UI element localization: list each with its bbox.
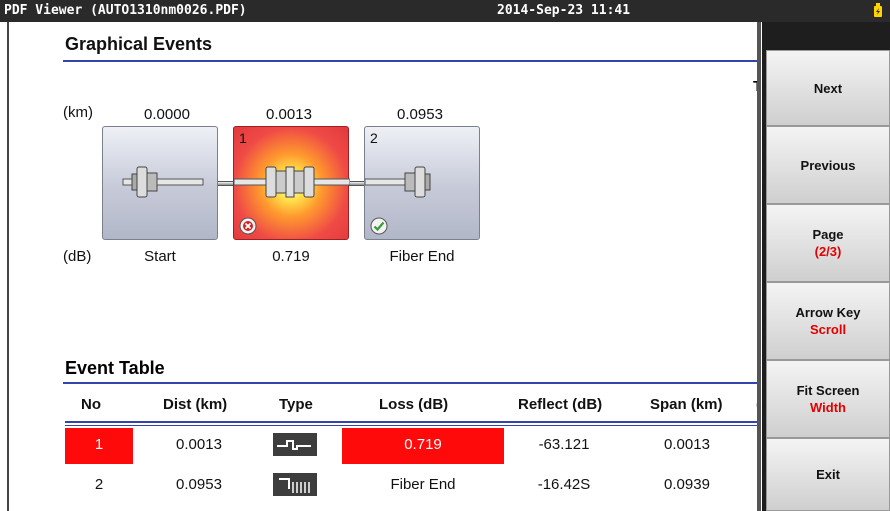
connector-icon [122, 166, 204, 198]
event-box-1[interactable]: 1 [233, 126, 350, 240]
col-header-span: Span (km) [650, 396, 723, 413]
cell-no: 1 [94, 436, 104, 453]
title-bar: PDF Viewer (AUTO1310nm0026.PDF) 2014-Sep… [0, 0, 890, 22]
fit-screen-label: Fit Screen [796, 383, 860, 398]
battery-charging-icon [874, 3, 882, 17]
col-header-reflect: Reflect (dB) [518, 396, 603, 413]
cell-no: 2 [94, 476, 104, 493]
event-box-2[interactable]: 2 [364, 126, 480, 240]
event-distance-1: 0.0013 [266, 106, 312, 123]
cell-dist: 0.0013 [176, 436, 222, 453]
splice-event-icon [273, 433, 317, 456]
cell-reflect: -63.121 [538, 436, 590, 453]
section-title-graphical-events: Graphical Events [65, 34, 213, 54]
datetime-display: 2014-Sep-23 11:41 [497, 3, 631, 18]
arrow-key-mode: Scroll [809, 322, 847, 337]
previous-button-label: Previous [800, 157, 856, 173]
pdf-viewport[interactable]: Graphical Events T (km) (dB) 0.0000 0.00… [7, 22, 761, 511]
event-label-start: Start [144, 248, 176, 265]
fit-screen-mode: Width [810, 400, 846, 415]
col-header-no: No [81, 396, 101, 413]
section-divider [63, 60, 761, 62]
window-title: PDF Viewer (AUTO1310nm0026.PDF) [4, 3, 247, 18]
next-button-label: Next [813, 80, 843, 96]
table-header-rule [65, 421, 761, 423]
pass-icon [370, 217, 388, 235]
km-unit-label: (km) [63, 104, 93, 121]
fit-screen-button[interactable]: Fit Screen Width [766, 360, 890, 438]
cell-reflect: -16.42S [537, 476, 591, 493]
col-header-type: Type [279, 396, 313, 413]
viewport-edge [757, 22, 761, 511]
softkey-sidebar: Next Previous Page (2/3) Arrow Key Scrol… [762, 22, 890, 511]
table-header-rule-thin [65, 425, 761, 426]
cell-loss: 0.719 [404, 436, 442, 453]
fail-icon [239, 217, 257, 235]
page-button-label: Page [812, 227, 844, 242]
page-button[interactable]: Page (2/3) [766, 204, 890, 282]
arrow-key-button[interactable]: Arrow Key Scroll [766, 282, 890, 360]
col-header-dist: Dist (km) [163, 396, 228, 413]
db-unit-label: (dB) [63, 248, 92, 265]
exit-button[interactable]: Exit [766, 438, 890, 511]
event-label-1: 0.719 [272, 248, 310, 265]
col-header-loss: Loss (dB) [379, 396, 449, 413]
event-label-2: Fiber End [389, 248, 455, 265]
cell-span: 0.0013 [664, 436, 710, 453]
event-box-start[interactable] [102, 126, 218, 240]
cell-dist: 0.0953 [176, 476, 222, 493]
cell-loss: Fiber End [390, 476, 456, 493]
event-distance-start: 0.0000 [144, 106, 190, 123]
section-title-event-table: Event Table [65, 358, 165, 378]
exit-button-label: Exit [816, 467, 840, 482]
page-indicator: (2/3) [814, 244, 842, 259]
next-button[interactable]: Next [766, 50, 890, 126]
arrow-key-label: Arrow Key [795, 305, 861, 320]
previous-button[interactable]: Previous [766, 126, 890, 204]
fiber-end-icon [273, 473, 317, 496]
table-title-divider [63, 382, 761, 384]
event-distance-2: 0.0953 [397, 106, 443, 123]
cell-span: 0.0939 [664, 476, 710, 493]
